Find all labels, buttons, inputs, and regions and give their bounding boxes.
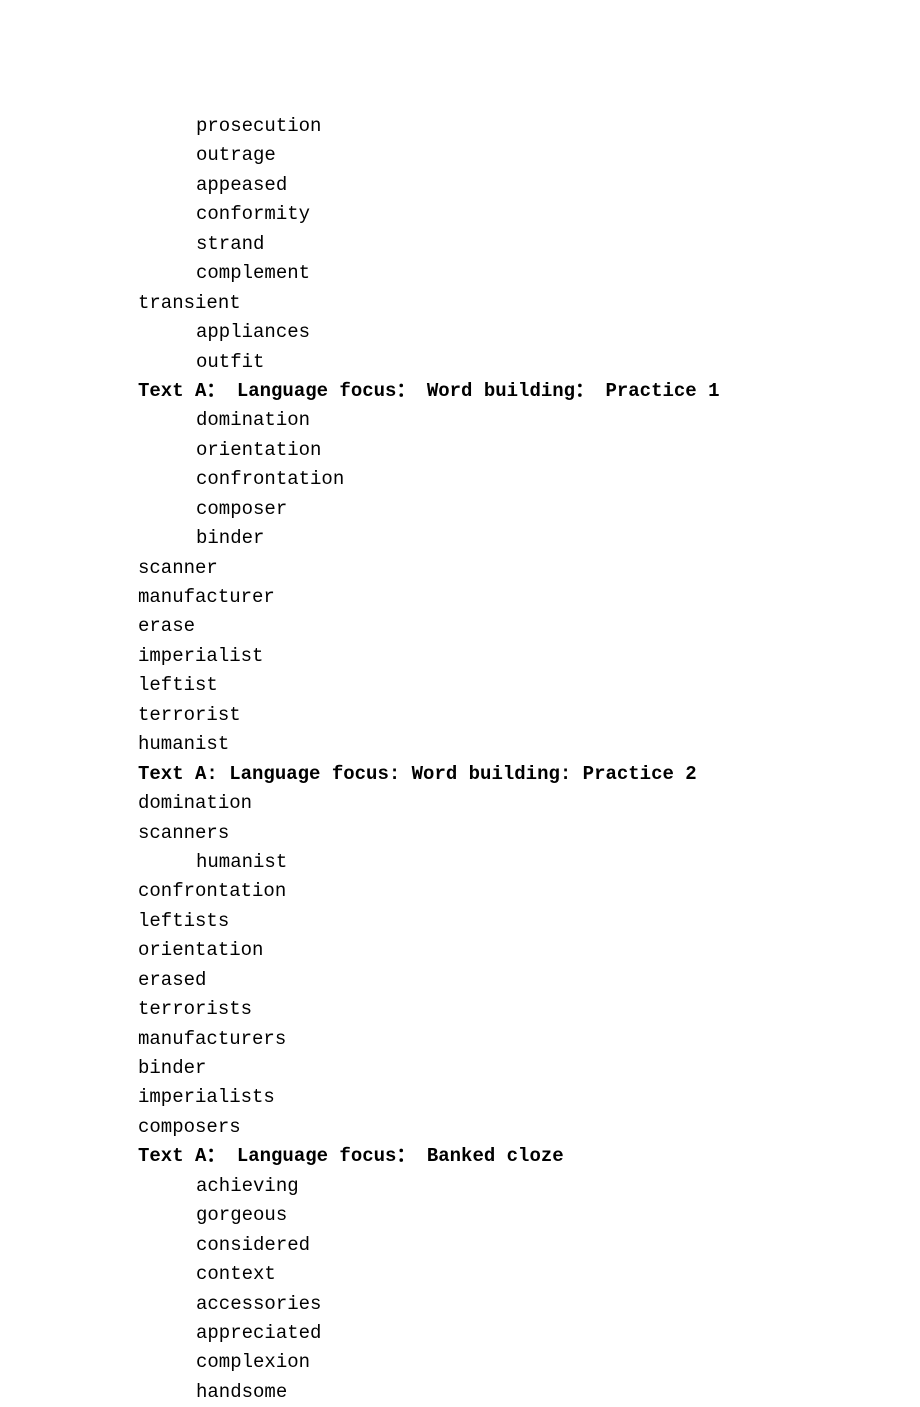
text-line: composers <box>138 1113 920 1142</box>
text-line: leftist <box>138 671 920 700</box>
text-line: leftists <box>138 907 920 936</box>
text-line: terrorist <box>138 701 920 730</box>
text-line: manufacturer <box>138 583 920 612</box>
text-line: outrage <box>138 141 920 170</box>
text-line: orientation <box>138 436 920 465</box>
text-line: domination <box>138 406 920 435</box>
section-heading: Text A: Language focus: Word building: P… <box>138 760 920 789</box>
text-line: gorgeous <box>138 1201 920 1230</box>
text-line: outfit <box>138 348 920 377</box>
text-line: strand <box>138 230 920 259</box>
text-line: confrontation <box>138 465 920 494</box>
text-line: composer <box>138 495 920 524</box>
text-line: erase <box>138 612 920 641</box>
text-line: appreciated <box>138 1319 920 1348</box>
text-line: complement <box>138 259 920 288</box>
text-line: appeased <box>138 171 920 200</box>
section-heading: Text A： Language focus： Banked cloze <box>138 1142 920 1171</box>
document-body: prosecutionoutrageappeasedconformitystra… <box>138 112 920 1407</box>
text-line: domination <box>138 789 920 818</box>
text-line: conformity <box>138 200 920 229</box>
section-heading: Text A： Language focus： Word building： P… <box>138 377 920 406</box>
text-line: considered <box>138 1231 920 1260</box>
text-line: humanist <box>138 848 920 877</box>
text-line: prosecution <box>138 112 920 141</box>
text-line: accessories <box>138 1290 920 1319</box>
text-line: orientation <box>138 936 920 965</box>
text-line: context <box>138 1260 920 1289</box>
text-line: complexion <box>138 1348 920 1377</box>
text-line: scanners <box>138 819 920 848</box>
text-line: handsome <box>138 1378 920 1407</box>
text-line: humanist <box>138 730 920 759</box>
text-line: imperialists <box>138 1083 920 1112</box>
text-line: binder <box>138 524 920 553</box>
text-line: transient <box>138 289 920 318</box>
text-line: achieving <box>138 1172 920 1201</box>
text-line: erased <box>138 966 920 995</box>
text-line: confrontation <box>138 877 920 906</box>
text-line: imperialist <box>138 642 920 671</box>
text-line: scanner <box>138 554 920 583</box>
text-line: appliances <box>138 318 920 347</box>
text-line: terrorists <box>138 995 920 1024</box>
text-line: manufacturers <box>138 1025 920 1054</box>
text-line: binder <box>138 1054 920 1083</box>
